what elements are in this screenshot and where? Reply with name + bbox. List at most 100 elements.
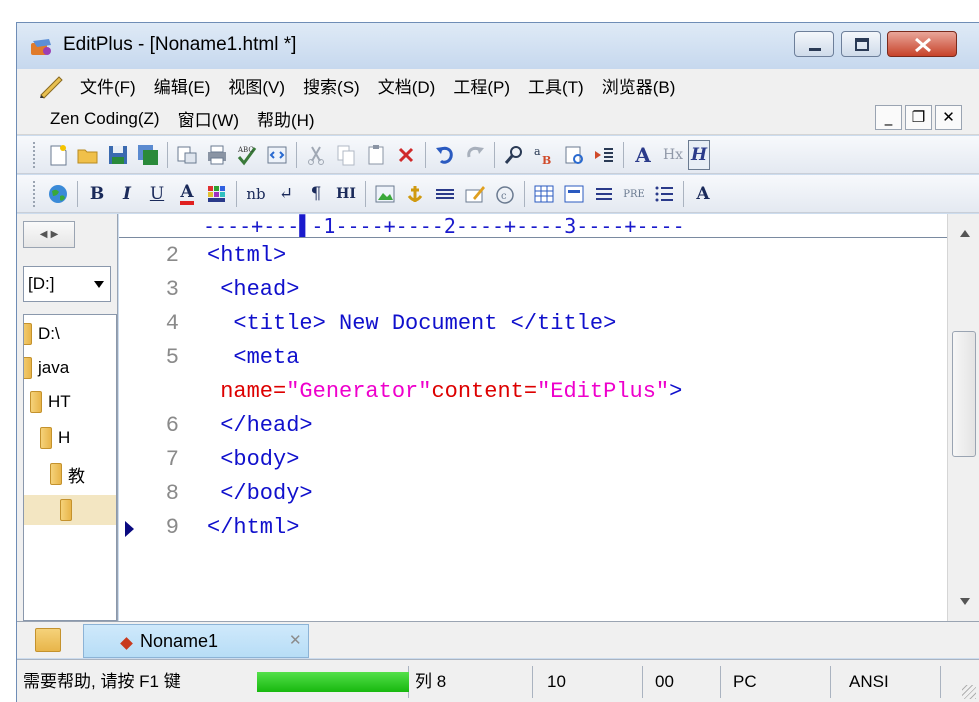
bold-button[interactable]: B (82, 179, 112, 209)
code-line[interactable]: 7 <body> (119, 447, 947, 481)
heading-hx-button[interactable]: Hx (658, 140, 688, 170)
menu-edit[interactable]: 编辑(E) (145, 73, 220, 98)
pre-button[interactable]: PRE (619, 179, 649, 209)
title-bar[interactable]: EditPlus - [Noname1.html *] (17, 23, 979, 69)
toolbar-grip[interactable] (33, 181, 37, 207)
toolbar-grip[interactable] (33, 142, 37, 168)
mdi-minimize-button[interactable]: _ (875, 105, 902, 130)
font-color-icon: A (180, 183, 194, 205)
italic-heading-button[interactable]: H (688, 140, 710, 170)
spell-check-button[interactable]: ABC (232, 140, 262, 170)
resize-grip-icon[interactable] (962, 685, 976, 699)
html-toolbar-button[interactable] (262, 140, 292, 170)
code-line[interactable]: 4 <title> New Document </title> (119, 311, 947, 345)
menu-file[interactable]: 文件(F) (71, 73, 145, 98)
mdi-restore-button[interactable]: ❐ (905, 105, 932, 130)
ordered-list-button[interactable] (649, 179, 679, 209)
open-file-button[interactable] (73, 140, 103, 170)
code-line[interactable]: 6 </head> (119, 413, 947, 447)
code-line[interactable]: 5 <meta (119, 345, 947, 379)
folder-icon (50, 463, 62, 485)
close-button[interactable] (887, 31, 957, 57)
tab-close-icon[interactable]: ✕ (289, 631, 302, 649)
indent-button[interactable] (589, 140, 619, 170)
drive-select[interactable]: [D:] (23, 266, 111, 302)
editplus-app-icon[interactable] (29, 37, 53, 57)
menu-tools[interactable]: 工具(T) (519, 73, 593, 98)
tab-noname1[interactable]: Noname1 ✕ (83, 624, 309, 658)
menu-zen-coding[interactable]: Zen Coding(Z) (41, 109, 169, 129)
code-text: </head> (207, 413, 313, 438)
menu-document[interactable]: 文档(D) (369, 73, 445, 98)
goto-button[interactable] (559, 140, 589, 170)
minimize-button[interactable] (794, 31, 834, 57)
delete-button[interactable] (391, 140, 421, 170)
line-break-icon: ↵ (278, 184, 294, 204)
font-size-button[interactable]: A (628, 140, 658, 170)
print-preview-button[interactable] (172, 140, 202, 170)
italic-button[interactable]: I (112, 179, 142, 209)
menu-search[interactable]: 搜索(S) (294, 73, 369, 98)
color-picker-button[interactable] (202, 179, 232, 209)
undo-button[interactable] (430, 140, 460, 170)
copy-button[interactable] (331, 140, 361, 170)
code-line-current[interactable]: 9 </html> (119, 515, 947, 549)
tree-item[interactable]: 教 (50, 459, 85, 489)
menu-project[interactable]: 工程(P) (444, 73, 519, 98)
toolbar-separator (494, 142, 495, 168)
insert-image-button[interactable] (370, 179, 400, 209)
new-file-button[interactable] (43, 140, 73, 170)
editor-lines[interactable]: 2 <html> 3 <head> 4 <title> New Document… (119, 240, 947, 621)
tree-item[interactable]: D:\ (24, 319, 60, 349)
heading-button[interactable]: HI (331, 179, 361, 209)
menu-browser[interactable]: 浏览器(B) (593, 73, 685, 98)
menu-view[interactable]: 视图(V) (219, 73, 294, 98)
code-line-wrapped[interactable]: name="Generator"content="EditPlus"> (119, 379, 947, 413)
scroll-down-icon[interactable] (960, 598, 970, 605)
paste-button[interactable] (361, 140, 391, 170)
anchor-button[interactable] (400, 179, 430, 209)
frame-button[interactable] (559, 179, 589, 209)
mdi-close-button[interactable]: ✕ (935, 105, 962, 130)
line-break-button[interactable]: ↵ (271, 179, 301, 209)
list-button[interactable] (589, 179, 619, 209)
tree-item[interactable]: H (40, 423, 70, 453)
directory-tree[interactable]: D:\ java HT H 教 (23, 314, 117, 621)
panel-nav-arrows[interactable]: ◀ ▶ (23, 221, 75, 248)
save-all-button[interactable] (133, 140, 163, 170)
tree-item[interactable]: java (24, 353, 69, 383)
globe-icon (49, 185, 67, 203)
status-col-num: 10 (533, 666, 643, 698)
edit-form-icon (465, 186, 485, 203)
code-line[interactable]: 3 <head> (119, 277, 947, 311)
tag-close: > (669, 379, 683, 404)
code-line[interactable]: 8 </body> (119, 481, 947, 515)
tree-item-selected[interactable] (24, 495, 116, 525)
paragraph-button[interactable]: ¶ (301, 179, 331, 209)
redo-button[interactable] (460, 140, 490, 170)
nbsp-button[interactable]: nb (241, 179, 271, 209)
save-button[interactable] (103, 140, 133, 170)
folder-icon[interactable] (35, 628, 61, 652)
menu-help[interactable]: 帮助(H) (248, 106, 324, 131)
maximize-button[interactable] (841, 31, 881, 57)
code-line[interactable]: 2 <html> (119, 243, 947, 277)
underline-button[interactable]: U (142, 179, 172, 209)
print-button[interactable] (202, 140, 232, 170)
replace-button[interactable]: aB (529, 140, 559, 170)
horizontal-rule-button[interactable] (430, 179, 460, 209)
tree-item[interactable]: HT (30, 387, 71, 417)
table-button[interactable] (529, 179, 559, 209)
cut-button[interactable] (301, 140, 331, 170)
scrollbar-thumb[interactable] (952, 331, 976, 457)
vertical-scrollbar[interactable] (947, 214, 979, 621)
font-color-button[interactable]: A (172, 179, 202, 209)
code-editor[interactable]: ----+---▌-1----+----2----+----3----+----… (119, 214, 979, 621)
browser-preview-button[interactable] (43, 179, 73, 209)
find-button[interactable] (499, 140, 529, 170)
form-button[interactable] (460, 179, 490, 209)
menu-window[interactable]: 窗口(W) (169, 106, 248, 131)
more-format-button[interactable]: A (688, 179, 718, 209)
scroll-up-icon[interactable] (960, 230, 970, 237)
copyright-button[interactable]: c (490, 179, 520, 209)
